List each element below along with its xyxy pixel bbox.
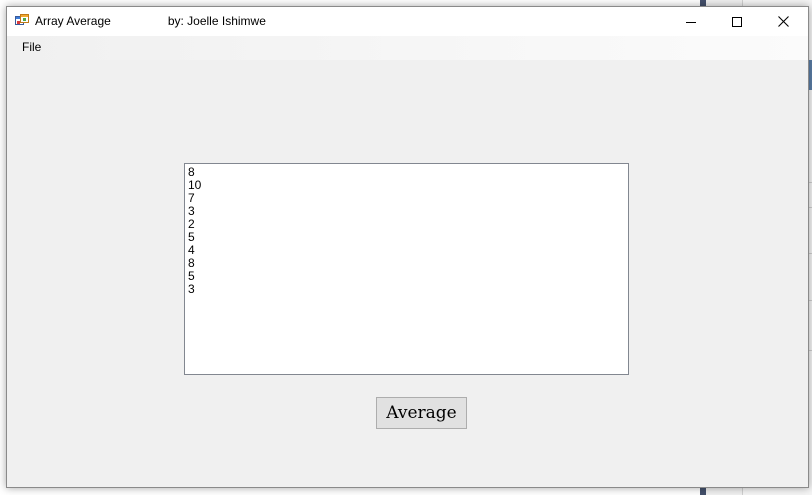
average-button[interactable]: Average xyxy=(376,397,467,429)
menu-bar: File xyxy=(7,36,808,60)
menu-item-file[interactable]: File xyxy=(15,39,48,55)
author-label: by: Joelle Ishimwe xyxy=(167,14,266,28)
close-button[interactable] xyxy=(760,7,806,36)
maximize-button[interactable] xyxy=(714,7,760,36)
list-item[interactable]: 5 xyxy=(185,231,628,244)
list-item[interactable]: 4 xyxy=(185,244,628,257)
list-item[interactable]: 10 xyxy=(185,179,628,192)
app-form-icon xyxy=(15,14,29,28)
close-icon xyxy=(777,16,789,27)
list-item[interactable]: 7 xyxy=(185,192,628,205)
list-item[interactable]: 8 xyxy=(185,257,628,270)
window-title: Array Average by: Joelle Ishimwe xyxy=(35,14,266,28)
list-item[interactable]: 8 xyxy=(185,166,628,179)
minimize-button[interactable] xyxy=(668,7,714,36)
list-item[interactable]: 2 xyxy=(185,218,628,231)
minimize-icon xyxy=(686,21,696,23)
list-item[interactable]: 3 xyxy=(185,283,628,296)
numbers-listbox[interactable]: 8 10 7 3 2 5 4 8 5 3 xyxy=(184,163,629,375)
list-item[interactable]: 5 xyxy=(185,270,628,283)
maximize-icon xyxy=(732,16,742,27)
list-item[interactable]: 3 xyxy=(185,205,628,218)
title-bar[interactable]: Array Average by: Joelle Ishimwe xyxy=(7,7,808,36)
app-window: Array Average by: Joelle Ishimwe File 8 1… xyxy=(6,6,809,488)
background-glyph xyxy=(0,30,4,36)
listbox-items: 8 10 7 3 2 5 4 8 5 3 xyxy=(185,164,628,296)
